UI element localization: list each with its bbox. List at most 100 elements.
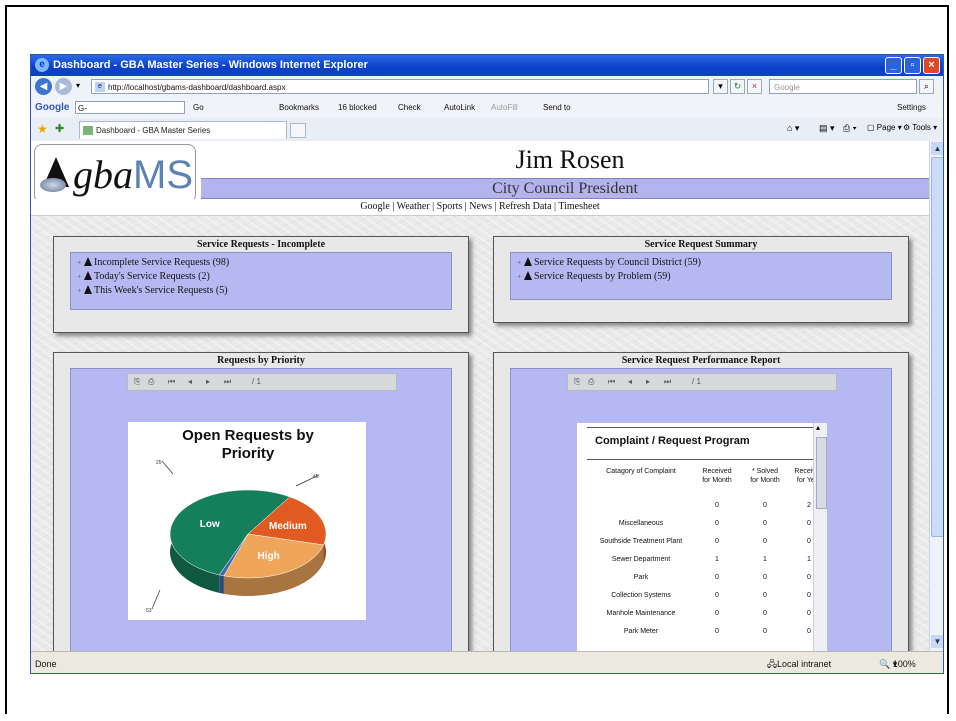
url-field[interactable]: e http://localhost/gbams-dashboard/dashb… xyxy=(91,79,709,94)
report-cell: 0 xyxy=(763,610,767,617)
priority-body: ⎘ ⎙ ⏮ ◂ ▸ ⏭ / 1 Open Requests by Priorit… xyxy=(70,368,452,651)
settings-button[interactable]: Settings xyxy=(897,98,926,118)
title-bar: e Dashboard - GBA Master Series - Window… xyxy=(31,55,943,76)
scroll-up-icon[interactable]: ▲ xyxy=(931,142,943,155)
scroll-down-icon[interactable]: ▼ xyxy=(931,635,943,648)
report-cell: 0 xyxy=(715,574,719,581)
perf-export-icon[interactable]: ⎘ xyxy=(574,374,580,390)
incomplete-tree: + Incomplete Service Requests (98) + Today… xyxy=(70,252,452,310)
add-favorite-icon[interactable]: ✚ xyxy=(55,122,64,135)
page-scrollbar[interactable]: ▲ ▼ xyxy=(929,141,943,651)
tree-item-problem[interactable]: + Service Requests by Problem (59) xyxy=(517,271,671,283)
bookmarks-button[interactable]: Bookmarks xyxy=(279,98,319,118)
feeds-icon[interactable]: ▤ ▾ xyxy=(819,123,835,134)
autofill-button[interactable]: AutoFill xyxy=(491,98,518,118)
col-received-month: Received for Month xyxy=(702,468,732,484)
panel-summary-title: Service Request Summary xyxy=(644,239,758,250)
tree-item-week[interactable]: + This Week's Service Requests (5) xyxy=(77,285,228,297)
link-timesheet[interactable]: Timesheet xyxy=(558,201,599,212)
quick-links: Google | Weather | Sports | News | Refre… xyxy=(31,199,929,216)
link-news[interactable]: News xyxy=(469,201,492,212)
report-rule-top xyxy=(587,427,813,428)
maximize-button[interactable]: ▫ xyxy=(904,57,921,74)
pie-chart-svg: Open Requests by Priority Low Medium High 2… xyxy=(146,427,327,614)
performance-report: Complaint / Request Program Catagory of … xyxy=(577,423,827,651)
last-page-icon[interactable]: ⏭ xyxy=(224,374,231,390)
page-indicator: / 1 xyxy=(252,377,261,386)
search-icon[interactable]: ⌕ xyxy=(919,79,934,94)
autolink-button[interactable]: AutoLink xyxy=(444,98,475,118)
report-row-category: Park xyxy=(633,574,649,581)
perf-page-indicator: / 1 xyxy=(692,377,701,386)
tab-dashboard[interactable]: Dashboard - GBA Master Series xyxy=(79,121,287,139)
refresh-icon[interactable]: ↻ xyxy=(730,79,745,94)
browser-window: e Dashboard - GBA Master Series - Window… xyxy=(30,54,944,674)
go-button[interactable]: Go xyxy=(193,98,204,118)
panel-summary: Service Request Summary + Service Request… xyxy=(493,236,909,323)
report-cell: 0 xyxy=(763,592,767,599)
pie-label-high: High xyxy=(258,551,280,562)
back-icon[interactable]: ◀ xyxy=(35,78,52,95)
tree-item-today[interactable]: + Today's Service Requests (2) xyxy=(77,271,210,283)
zoom-level[interactable]: 🔍 100% ▾ xyxy=(879,652,916,673)
panel-incomplete-title: Service Requests - Incomplete xyxy=(196,239,326,250)
next-page-icon[interactable]: ▸ xyxy=(206,374,210,390)
print-report-icon[interactable]: ⎙ xyxy=(148,374,154,390)
url-dropdown-icon[interactable]: ▾ xyxy=(713,79,728,94)
address-bar: ◀ ▶ ▾ e http://localhost/gbams-dashboard… xyxy=(31,76,943,99)
link-sports[interactable]: Sports xyxy=(437,201,463,212)
report-scrollbar[interactable]: ▴ xyxy=(813,423,827,651)
pie-label-low: Low xyxy=(200,519,220,530)
perf-prev-page-icon[interactable]: ◂ xyxy=(628,374,632,390)
forward-icon[interactable]: ▶ xyxy=(55,78,72,95)
perf-last-page-icon[interactable]: ⏭ xyxy=(664,374,671,390)
tools-menu[interactable]: ⚙ Tools ▾ xyxy=(903,123,937,132)
close-button[interactable]: × xyxy=(923,57,940,74)
window-title: Dashboard - GBA Master Series - Windows … xyxy=(53,59,368,71)
link-weather[interactable]: Weather xyxy=(397,201,430,212)
prev-page-icon[interactable]: ◂ xyxy=(188,374,192,390)
check-button[interactable]: Check xyxy=(398,98,421,118)
first-page-icon[interactable]: ⏮ xyxy=(168,374,175,390)
tree-item-incomplete[interactable]: + Incomplete Service Requests (98) xyxy=(77,257,229,269)
google-search-input[interactable]: G- xyxy=(75,101,185,114)
search-input[interactable]: Google xyxy=(769,79,917,94)
new-tab-button[interactable] xyxy=(290,123,306,138)
tree-item-council-district[interactable]: + Service Requests by Council District (5… xyxy=(517,257,701,269)
panel-priority: Requests by Priority ⎘ ⎙ ⏮ ◂ ▸ ⏭ / 1 Ope… xyxy=(53,352,469,651)
page-scroll-thumb[interactable] xyxy=(931,157,943,537)
perf-next-page-icon[interactable]: ▸ xyxy=(646,374,650,390)
chart-title-line2: Priority xyxy=(222,445,275,462)
report-cell: 0 xyxy=(763,520,767,527)
report-rule-mid xyxy=(587,459,813,460)
send-to-button[interactable]: Send to xyxy=(543,98,571,118)
user-title: City Council President xyxy=(201,178,929,199)
pie-label-medium: Medium xyxy=(269,521,307,532)
minimize-button[interactable]: _ xyxy=(885,57,902,74)
stop-icon[interactable]: × xyxy=(747,79,762,94)
report-cell: 0 xyxy=(763,538,767,545)
report-row-category: Park Meter xyxy=(623,628,659,635)
print-icon[interactable]: ⎙ ▾ xyxy=(843,123,856,134)
url-text: http://localhost/gbams-dashboard/dashboa… xyxy=(108,83,286,92)
report-toolbar: ⎘ ⎙ ⏮ ◂ ▸ ⏭ / 1 xyxy=(127,373,397,391)
perf-report-toolbar: ⎘ ⎙ ⏮ ◂ ▸ ⏭ / 1 xyxy=(567,373,837,391)
col-category: Catagory of Complaint xyxy=(606,468,676,475)
history-dropdown-icon[interactable]: ▾ xyxy=(76,81,80,90)
link-refresh-data[interactable]: Refresh Data xyxy=(499,201,551,212)
home-icon[interactable]: ⌂ ▾ xyxy=(787,123,799,134)
perf-first-page-icon[interactable]: ⏮ xyxy=(608,374,615,390)
status-text: Done xyxy=(35,659,57,669)
popup-blocked-button[interactable]: 16 blocked xyxy=(338,98,377,118)
google-logo: Google xyxy=(35,102,70,113)
page-menu[interactable]: ▢ Page ▾ xyxy=(867,123,902,132)
summary-tree: + Service Requests by Council District (5… xyxy=(510,252,892,300)
report-scroll-thumb[interactable] xyxy=(816,437,827,509)
ie-logo-icon: e xyxy=(35,58,49,72)
link-google[interactable]: Google xyxy=(360,201,389,212)
favorites-star-icon[interactable]: ★ xyxy=(37,122,48,136)
report-row-category: Collection Systems xyxy=(611,592,671,599)
export-icon[interactable]: ⎘ xyxy=(134,374,140,390)
perf-print-icon[interactable]: ⎙ xyxy=(588,374,594,390)
report-cell: 0 xyxy=(715,538,719,545)
